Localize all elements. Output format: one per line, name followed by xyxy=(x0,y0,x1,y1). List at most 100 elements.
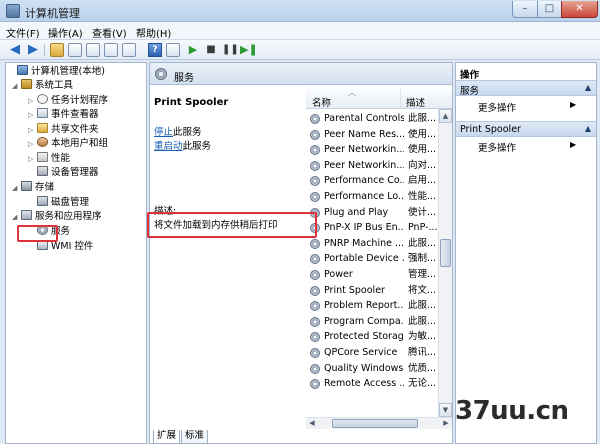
column-name[interactable]: 名称 xyxy=(312,95,331,109)
column-divider[interactable] xyxy=(400,89,401,107)
tab-standard[interactable]: 标准 xyxy=(181,430,209,444)
export-icon[interactable] xyxy=(86,43,100,57)
tab-extended[interactable]: 扩展 xyxy=(153,430,181,444)
expand-arrow-icon[interactable]: ▷ xyxy=(28,152,37,166)
back-arrow-icon[interactable]: ◀ xyxy=(8,43,22,57)
service-row[interactable]: Power 管理... xyxy=(306,267,452,283)
tree-item-device-manager[interactable]: 设备管理器 xyxy=(28,166,99,180)
up-folder-icon[interactable] xyxy=(50,43,64,57)
service-row[interactable]: Portable Device ... 强制... xyxy=(306,251,452,267)
scroll-thumb[interactable] xyxy=(440,239,451,267)
restart-service-icon[interactable]: ▶❚ xyxy=(240,43,258,57)
service-description: 此服... xyxy=(408,300,437,312)
horizontal-scroll-thumb[interactable] xyxy=(332,419,418,428)
scroll-right-icon[interactable]: ▶ xyxy=(440,418,452,429)
stop-service-link[interactable]: 停止 xyxy=(154,127,173,138)
scroll-down-icon[interactable]: ▼ xyxy=(439,403,452,417)
service-row[interactable]: Protected Storage 为敏... xyxy=(306,329,452,345)
console-view-icon[interactable] xyxy=(166,43,180,57)
help-icon[interactable]: ? xyxy=(148,43,162,57)
tree-item-services-apps[interactable]: ◢ 服务和应用程序 xyxy=(12,210,102,224)
service-row[interactable]: Problem Report... 此服... xyxy=(306,298,452,314)
service-row[interactable]: Quality Windows... 优质... xyxy=(306,361,452,377)
storage-icon xyxy=(21,181,32,191)
more-actions-label: 更多操作 xyxy=(478,143,517,154)
service-row[interactable]: Peer Networkin... 向对... xyxy=(306,158,452,174)
menu-action[interactable]: 操作(A) xyxy=(48,25,83,40)
tree-item-performance[interactable]: ▷ 性能 xyxy=(28,152,70,166)
expand-arrow-icon[interactable]: ▷ xyxy=(28,137,37,151)
tree-item-computer-management[interactable]: 计算机管理(本地) xyxy=(8,65,105,79)
actions-section-services[interactable]: 服务 ▲ xyxy=(456,80,596,97)
forward-arrow-icon[interactable]: ▶ xyxy=(26,43,40,57)
restart-service-suffix: 此服务 xyxy=(182,141,212,152)
service-row[interactable]: PnP-X IP Bus En... PnP-... xyxy=(306,220,452,236)
expand-arrow-icon[interactable]: ▷ xyxy=(28,94,37,108)
menu-help[interactable]: 帮助(H) xyxy=(136,25,171,40)
refresh-icon[interactable] xyxy=(104,43,118,57)
service-row[interactable]: PNRP Machine ... 此服... xyxy=(306,236,452,252)
more-actions-print-spooler[interactable]: 更多操作 ▶ xyxy=(478,140,576,154)
horizontal-scrollbar[interactable]: ◀ ▶ xyxy=(306,417,452,429)
service-row[interactable]: Program Compa... 此服... xyxy=(306,314,452,330)
service-name: Power xyxy=(324,269,353,280)
collapse-arrow-icon[interactable]: ◢ xyxy=(12,210,21,224)
collapse-up-icon[interactable]: ▲ xyxy=(585,83,591,92)
service-description: 此服... xyxy=(408,315,437,327)
service-row[interactable]: Plug and Play 使计... xyxy=(306,205,452,221)
service-name: Quality Windows... xyxy=(324,362,404,374)
service-description: 性能... xyxy=(408,191,437,202)
minimize-button[interactable]: – xyxy=(512,1,538,18)
service-row[interactable]: Parental Controls 此服... xyxy=(306,111,452,127)
menu-view[interactable]: 查看(V) xyxy=(92,25,127,40)
service-row[interactable]: QPCore Service 腾讯... xyxy=(306,345,452,361)
collapse-arrow-icon[interactable]: ◢ xyxy=(12,79,21,93)
actions-section-print-spooler[interactable]: Print Spooler ▲ xyxy=(456,121,596,137)
column-description[interactable]: 描述 xyxy=(406,95,425,109)
restart-service-link[interactable]: 重启动 xyxy=(154,141,183,152)
service-name: Peer Networkin... xyxy=(324,144,404,156)
scroll-up-icon[interactable]: ▲ xyxy=(439,109,452,123)
properties-icon[interactable] xyxy=(122,43,136,57)
service-description: 管理... xyxy=(408,269,437,280)
services-header-title: 服务 xyxy=(174,73,194,84)
maximize-button[interactable]: □ xyxy=(537,1,562,18)
service-row[interactable]: Peer Name Res... 使用... xyxy=(306,127,452,143)
service-description: 优质... xyxy=(408,362,437,374)
service-name: Performance Co... xyxy=(324,175,404,187)
service-name: PnP-X IP Bus En... xyxy=(324,222,404,234)
tree-item-disk-management[interactable]: 磁盘管理 xyxy=(28,196,89,210)
service-row[interactable]: Remote Access ... 无论... xyxy=(306,376,452,392)
service-gear-icon xyxy=(310,316,320,327)
scroll-left-icon[interactable]: ◀ xyxy=(306,418,318,429)
collapse-arrow-icon[interactable]: ◢ xyxy=(12,181,21,195)
collapse-up-icon[interactable]: ▲ xyxy=(585,124,591,133)
actions-title: 操作 xyxy=(460,70,480,81)
vertical-scrollbar[interactable]: ▲ ▼ xyxy=(438,109,452,417)
stop-service-icon[interactable]: ■ xyxy=(204,43,218,57)
performance-icon xyxy=(37,152,48,162)
tree-item-system-tools[interactable]: ◢ 系统工具 xyxy=(12,79,73,93)
start-service-icon[interactable]: ▶ xyxy=(186,43,200,57)
service-row[interactable]: Performance Co... 启用... xyxy=(306,173,452,189)
show-hide-tree-icon[interactable] xyxy=(68,43,82,57)
expand-arrow-icon[interactable]: ▷ xyxy=(28,108,37,122)
tree-item-shared-folders[interactable]: ▷ 共享文件夹 xyxy=(28,123,99,137)
tree-item-wmi-control[interactable]: WMI 控件 xyxy=(28,240,93,254)
service-description: 使计... xyxy=(408,206,437,218)
tree-item-event-viewer[interactable]: ▷ 事件查看器 xyxy=(28,108,99,122)
expand-arrow-icon[interactable]: ▷ xyxy=(28,123,37,137)
service-row[interactable]: Performance Lo... 性能... xyxy=(306,189,452,205)
service-gear-icon xyxy=(310,285,320,296)
tree-item-task-scheduler[interactable]: ▷ 任务计划程序 xyxy=(28,94,108,108)
more-actions-services[interactable]: 更多操作 ▶ xyxy=(478,100,576,114)
tree-item-local-users-groups[interactable]: ▷ 本地用户和组 xyxy=(28,137,108,151)
tree-item-storage[interactable]: ◢ 存储 xyxy=(12,181,54,195)
service-row[interactable]: Print Spooler 将文... xyxy=(306,283,452,299)
menu-file[interactable]: 文件(F) xyxy=(6,25,40,40)
actions-panel: 操作 服务 ▲ 更多操作 ▶ Print Spooler ▲ 更多操作 ▶ xyxy=(455,62,597,444)
service-description: PnP-... xyxy=(408,222,438,234)
pause-service-icon[interactable]: ❚❚ xyxy=(222,43,239,57)
service-row[interactable]: Peer Networkin... 使用... xyxy=(306,142,452,158)
close-button[interactable]: ✕ xyxy=(561,1,598,18)
